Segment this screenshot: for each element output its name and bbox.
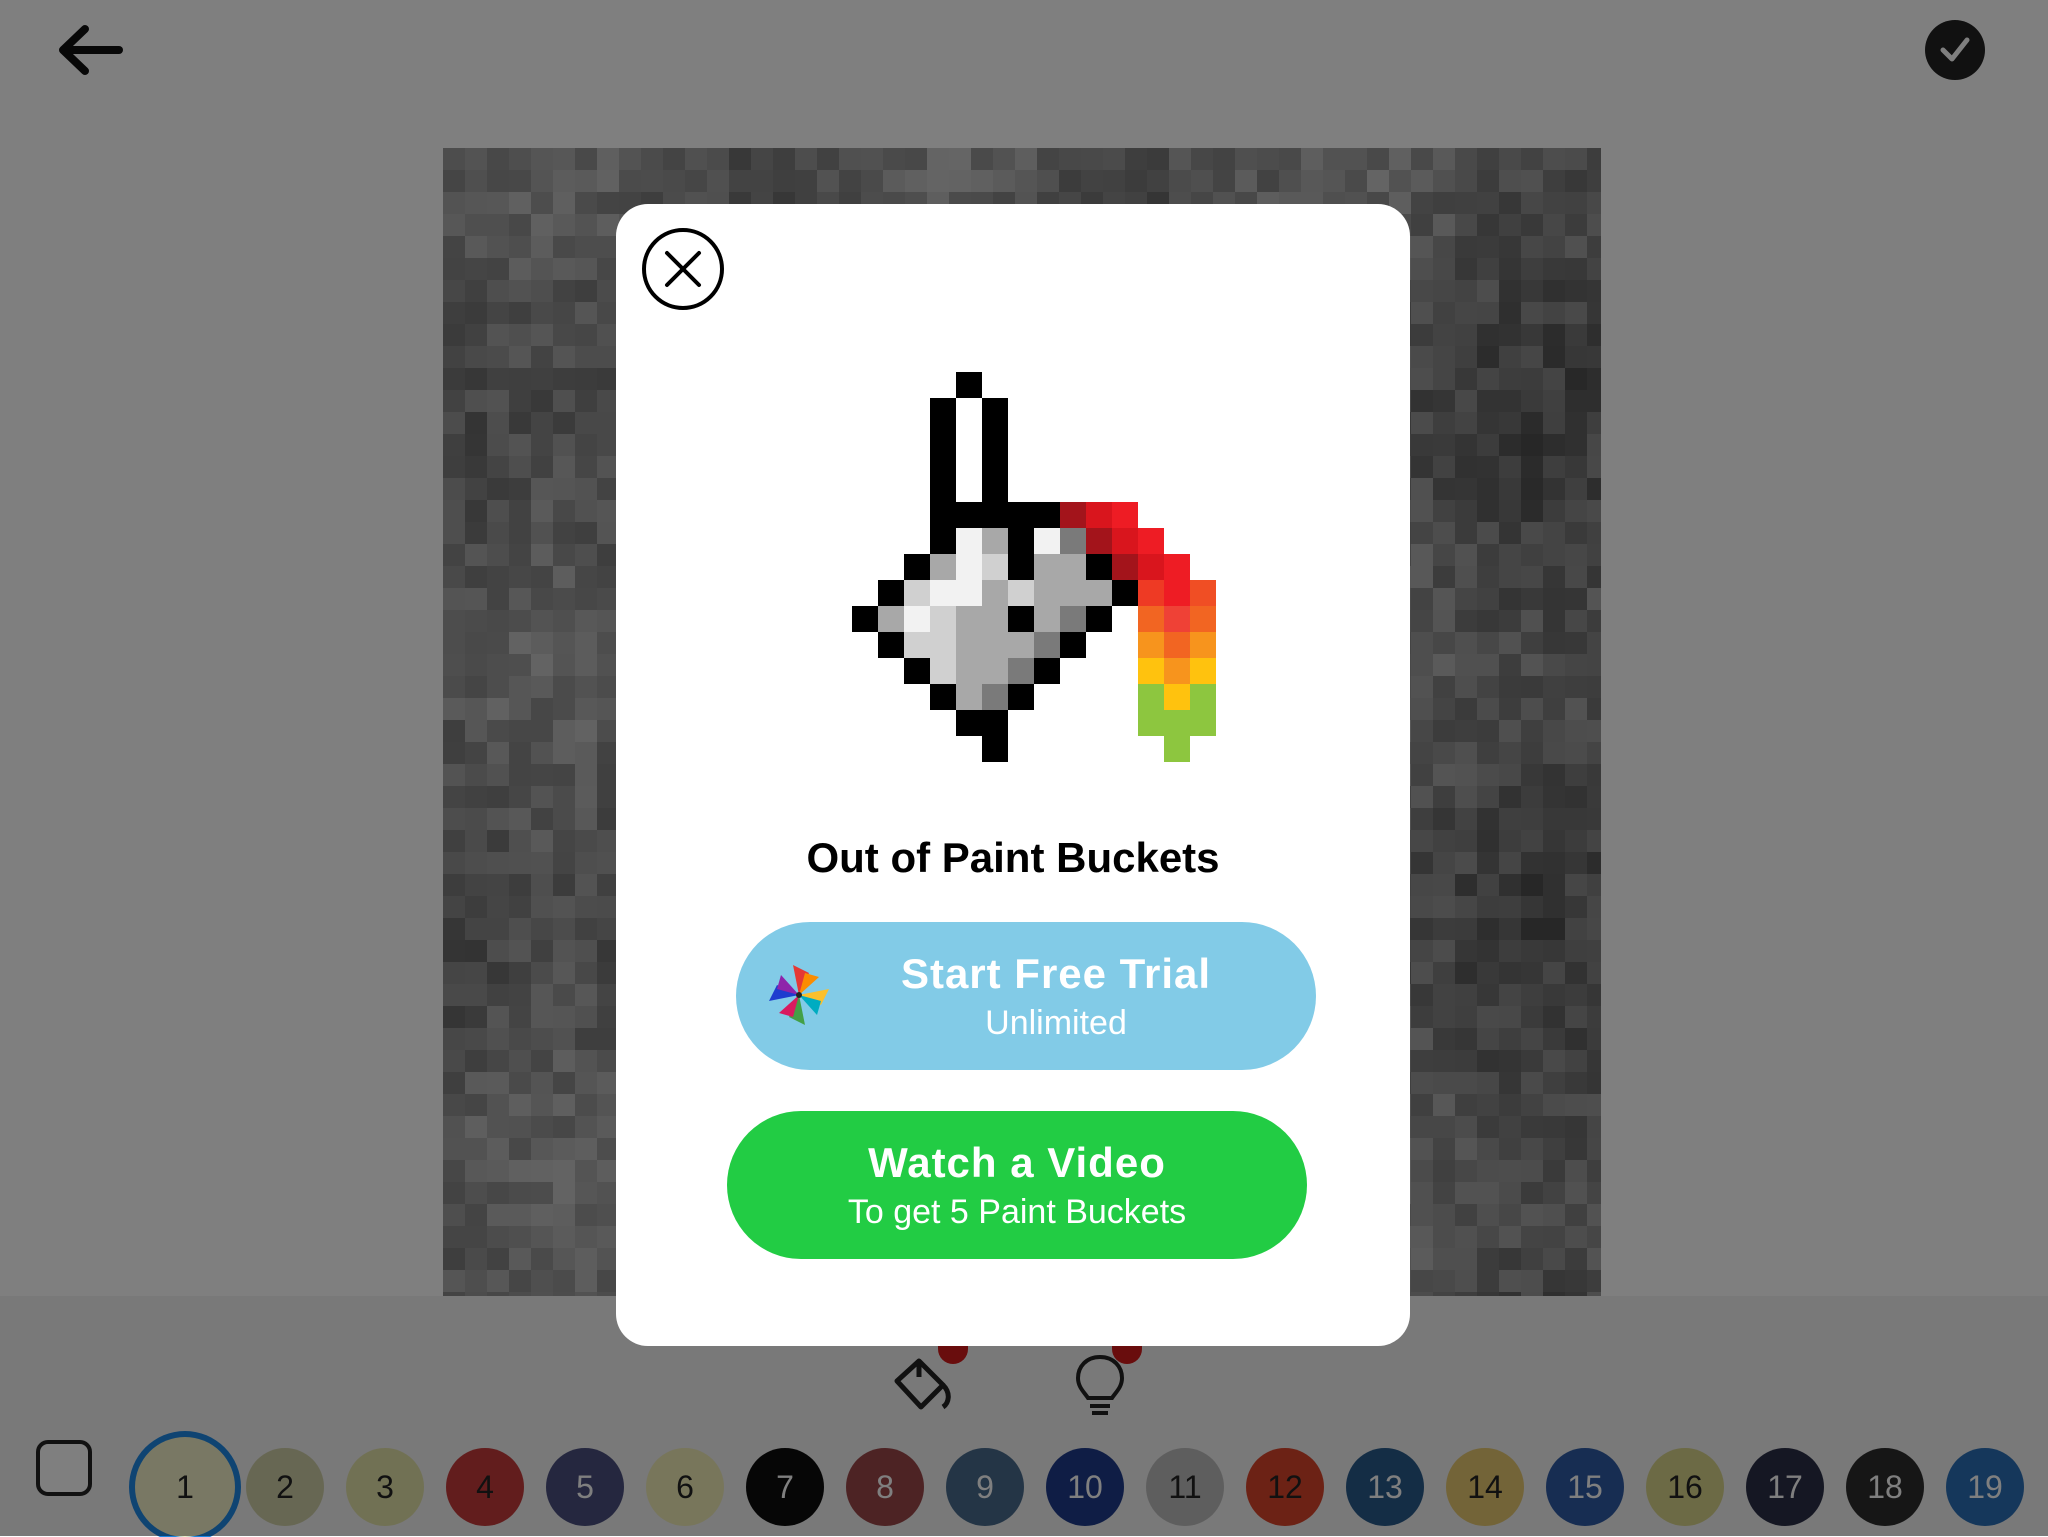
close-icon	[665, 251, 701, 287]
trial-title: Start Free Trial	[900, 949, 1212, 997]
video-title: Watch a Video	[868, 1138, 1166, 1186]
start-free-trial-button[interactable]: Start Free Trial Unlimited	[736, 922, 1316, 1070]
watch-video-button[interactable]: Watch a Video To get 5 Paint Buckets	[727, 1111, 1307, 1259]
dialog-title: Out of Paint Buckets	[806, 834, 1220, 881]
trial-label-group: Start Free Trial Unlimited	[901, 950, 1211, 1043]
out-of-buckets-dialog: Out of Paint Buckets Start Free Trial Un…	[616, 204, 1410, 1346]
trial-subtitle: Unlimited	[985, 1003, 1127, 1042]
video-subtitle: To get 5 Paint Buckets	[847, 1192, 1187, 1231]
close-button[interactable]	[642, 228, 724, 310]
paint-bucket-rainbow-icon	[852, 372, 1216, 762]
pinwheel-icon	[769, 965, 829, 1025]
